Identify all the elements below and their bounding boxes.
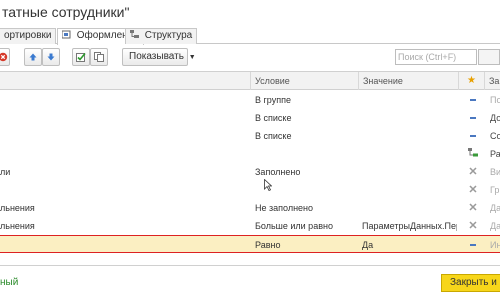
row-name [0,109,250,127]
row-condition: В списке [255,113,292,123]
close-and-save-button[interactable]: Закрыть и с [441,274,500,292]
row-condition: В списке [255,131,292,141]
table-row[interactable]: Ра [0,145,500,163]
copy-icon [94,52,104,62]
arrow-up-icon [29,53,37,61]
row-value: Да [362,240,374,250]
table-row[interactable]: В списке До [0,109,500,127]
dash-icon [462,91,484,109]
tab-sortings[interactable]: ортировки [0,28,57,44]
row-value [362,181,457,199]
table-row[interactable]: льнения Больше или равно ПараметрыДанных… [0,217,500,235]
toolbar: Показывать ▼ Поиск (Ctrl+F) [0,48,500,68]
row-tail: Да [490,203,500,213]
footer-left-label[interactable]: ный [0,274,18,292]
row-name: льнения [0,203,35,213]
appearance-icon [62,30,71,39]
row-tail: Гр [490,185,500,195]
checkbox-icon [76,52,86,62]
row-name [0,236,250,254]
check-all-button[interactable] [72,48,90,66]
row-name [0,127,250,145]
row-condition: В группе [255,95,291,105]
row-tail: Со [490,131,500,141]
row-name: ли [0,167,11,177]
row-tail: До [490,113,500,123]
row-value: ПараметрыДанных.Пер… [362,221,457,231]
row-value [362,109,457,127]
chevron-down-icon: ▼ [188,54,196,61]
tab-bar: ортировки Оформление Структура [0,28,500,45]
copy-button[interactable] [90,48,108,66]
dash-icon [462,109,484,127]
table-row[interactable]: В группе По [0,91,500,109]
close-icon: ✕ [468,202,478,214]
row-condition: Больше или равно [255,221,333,231]
row-value [362,91,457,109]
dash-icon [462,127,484,145]
table-row[interactable]: ли Заполнено ✕ Ви [0,163,500,181]
close-icon: ✕ [468,166,478,178]
table-row[interactable]: льнения Не заполнено ✕ Да [0,199,500,217]
row-name [0,91,250,109]
delete-button[interactable] [0,48,10,66]
tab-structure[interactable]: Структура [125,28,198,44]
row-name: льнения [0,221,35,231]
column-header-star[interactable]: ★ [458,72,484,90]
close-icon: ✕ [468,220,478,232]
row-name [0,181,250,199]
row-tail: Ви [490,167,500,177]
search-button[interactable] [478,49,500,65]
row-value [362,199,457,217]
tree-icon [462,145,484,163]
row-value [362,163,457,181]
tab-sortings-label: ортировки [4,30,52,41]
row-value [362,127,457,145]
column-header-condition[interactable]: Условие [250,72,358,90]
conditional-appearance-table: Условие Значение ★ За В группе По В спис… [0,71,500,266]
row-condition: Не заполнено [255,203,314,213]
column-header-value[interactable]: Значение [358,72,458,90]
column-header-tail[interactable]: За [484,72,500,90]
window-title: татные сотрудники" [2,4,130,20]
structure-icon [130,30,139,38]
row-name [0,145,250,163]
dash-icon [462,236,484,254]
footer-bar: ный Закрыть и с [0,268,500,300]
table-row[interactable]: В списке Со [0,127,500,145]
row-tail: Ин [490,240,500,250]
show-dropdown-button[interactable]: Показывать ▼ [122,48,196,66]
move-up-button[interactable] [24,48,42,66]
tab-structure-label: Структура [144,30,193,41]
row-condition: Равно [255,240,281,250]
close-icon: ✕ [468,184,478,196]
move-down-button[interactable] [42,48,60,66]
search-input[interactable]: Поиск (Ctrl+F) [395,49,477,65]
table-row-selected[interactable]: Равно Да Ин [0,235,500,253]
show-dropdown-label: Показывать [129,51,184,62]
table-row[interactable]: ✕ Гр [0,181,500,199]
row-condition [255,145,355,163]
arrow-down-icon [47,53,55,61]
row-tail: Ра [490,149,500,159]
mouse-cursor-icon [264,179,272,191]
row-tail: По [490,95,500,105]
row-tail: Да [490,221,500,231]
delete-icon [0,52,8,62]
table-header: Условие Значение ★ За [0,72,500,90]
row-value [362,145,457,163]
